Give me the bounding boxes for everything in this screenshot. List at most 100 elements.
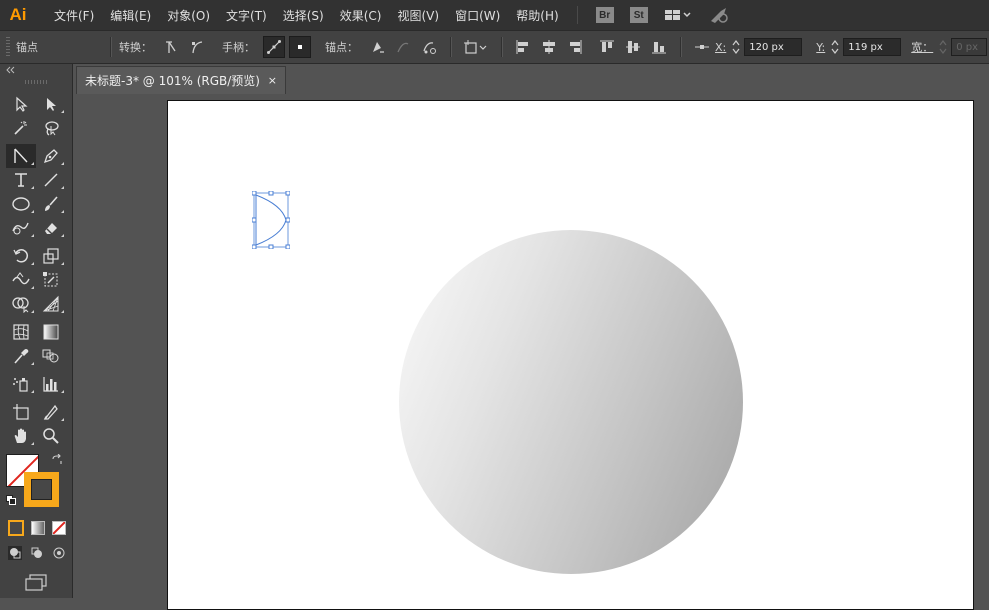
hand-icon <box>14 428 26 443</box>
lasso-tool[interactable] <box>36 116 66 140</box>
type-tool[interactable] <box>6 168 36 192</box>
menu-select[interactable]: 选择(S) <box>275 7 332 24</box>
isolate-selected-button[interactable] <box>461 36 491 58</box>
convert-to-corner-button[interactable] <box>160 36 182 58</box>
connect-path-icon <box>397 42 409 53</box>
slice-knife-icon <box>43 404 58 420</box>
workspace-switcher-button[interactable] <box>664 8 692 22</box>
pen-tool[interactable] <box>36 144 66 168</box>
tool-flyout-indicator <box>61 210 64 213</box>
rotate-tool[interactable] <box>6 244 36 268</box>
align-vcenter-button[interactable] <box>622 36 644 58</box>
slice-tool[interactable] <box>36 400 66 424</box>
scale-tool[interactable] <box>36 244 66 268</box>
magic-wand-tool[interactable] <box>6 116 36 140</box>
warp-tool[interactable] <box>6 268 36 292</box>
width-stepper[interactable] <box>937 36 949 58</box>
bridge-button[interactable]: Br <box>595 7 614 23</box>
scale-icon <box>43 248 59 264</box>
document-tab[interactable]: 未标题-3* @ 101% (RGB/预览) × <box>76 66 286 94</box>
default-fill-stroke-icon[interactable] <box>6 495 16 505</box>
pen-minus-icon <box>373 42 384 53</box>
screen-mode-icon[interactable] <box>24 574 48 592</box>
align-left-button[interactable] <box>512 36 534 58</box>
column-graph-icon <box>43 377 58 392</box>
hide-handles-button[interactable] <box>289 36 311 58</box>
tool-grid <box>6 92 68 595</box>
grid-layout-icon <box>664 10 691 20</box>
artboard-tool[interactable] <box>6 400 36 424</box>
y-stepper[interactable] <box>829 36 841 58</box>
line-segment-tool[interactable] <box>36 168 66 192</box>
connect-anchors-button[interactable] <box>392 36 414 58</box>
selected-path[interactable] <box>252 191 290 249</box>
stock-button[interactable]: St <box>629 7 648 23</box>
line-anchor-tool[interactable] <box>6 144 36 168</box>
zoom-tool[interactable] <box>36 424 66 448</box>
eraser-tool[interactable] <box>36 216 66 240</box>
menu-edit[interactable]: 编辑(E) <box>102 7 159 24</box>
none-button[interactable] <box>52 521 66 535</box>
shaper-tool[interactable] <box>6 216 36 240</box>
cut-path-button[interactable] <box>418 36 440 58</box>
align-top-button[interactable] <box>596 36 618 58</box>
reference-point-button[interactable] <box>691 36 713 58</box>
direct-selection-tool[interactable] <box>36 92 66 116</box>
artboard[interactable] <box>167 100 974 610</box>
chevron-updown-icon <box>732 40 740 54</box>
free-transform-tool[interactable] <box>36 268 66 292</box>
align-hcenter-button[interactable] <box>538 36 560 58</box>
rocket-icon <box>710 8 728 23</box>
gradient-circle[interactable] <box>399 230 743 574</box>
delete-anchor-button[interactable] <box>366 36 388 58</box>
gradient-tool[interactable] <box>36 320 66 344</box>
ellipse-tool[interactable] <box>6 192 36 216</box>
column-graph-tool[interactable] <box>36 372 66 396</box>
app-logo: Ai <box>9 5 27 24</box>
tools-panel-grip[interactable] <box>25 80 47 84</box>
mesh-tool[interactable] <box>6 320 36 344</box>
color-button[interactable] <box>8 520 24 536</box>
show-handles-icon <box>267 40 281 54</box>
selection-arrow-icon <box>16 96 28 112</box>
blend-tool[interactable] <box>36 344 66 368</box>
eyedropper-tool[interactable] <box>6 344 36 368</box>
x-input[interactable]: 120 px <box>744 38 803 56</box>
convert-to-smooth-button[interactable] <box>186 36 208 58</box>
align-right-button[interactable] <box>564 36 586 58</box>
tool-flyout-indicator <box>31 186 34 189</box>
width-input[interactable]: 0 px <box>951 38 988 56</box>
draw-behind-icon[interactable] <box>30 546 44 560</box>
x-stepper[interactable] <box>730 36 742 58</box>
menu-window[interactable]: 窗口(W) <box>447 7 508 24</box>
menu-help[interactable]: 帮助(H) <box>508 7 566 24</box>
menu-type[interactable]: 文字(T) <box>218 7 275 24</box>
zoom-magnifier-icon <box>43 428 59 444</box>
canvas-area[interactable] <box>73 95 989 610</box>
close-tab-button[interactable]: × <box>268 74 277 87</box>
draw-normal-icon[interactable] <box>8 546 22 560</box>
menu-effect[interactable]: 效果(C) <box>332 7 390 24</box>
selection-tool[interactable] <box>6 92 36 116</box>
tool-flyout-indicator <box>31 442 34 445</box>
control-bar-grip[interactable] <box>6 37 10 57</box>
swap-fill-stroke-icon[interactable] <box>51 454 63 466</box>
align-bottom-button[interactable] <box>648 36 670 58</box>
symbol-sprayer-tool[interactable] <box>6 372 36 396</box>
perspective-grid-tool[interactable] <box>36 292 66 316</box>
stroke-swatch[interactable] <box>24 472 59 507</box>
menu-file[interactable]: 文件(F) <box>46 7 102 24</box>
y-input[interactable]: 119 px <box>843 38 902 56</box>
gradient-button[interactable] <box>31 521 45 535</box>
show-handles-button[interactable] <box>263 36 285 58</box>
menu-object[interactable]: 对象(O) <box>159 7 218 24</box>
sync-button[interactable] <box>708 6 730 24</box>
menu-divider <box>576 6 578 24</box>
collapse-panel-icon[interactable] <box>6 66 16 74</box>
draw-inside-icon[interactable] <box>52 546 66 560</box>
hand-tool[interactable] <box>6 424 36 448</box>
shape-builder-tool[interactable] <box>6 292 36 316</box>
bounding-box-handles[interactable] <box>252 191 290 249</box>
paintbrush-tool[interactable] <box>36 192 66 216</box>
menu-view[interactable]: 视图(V) <box>389 7 447 24</box>
